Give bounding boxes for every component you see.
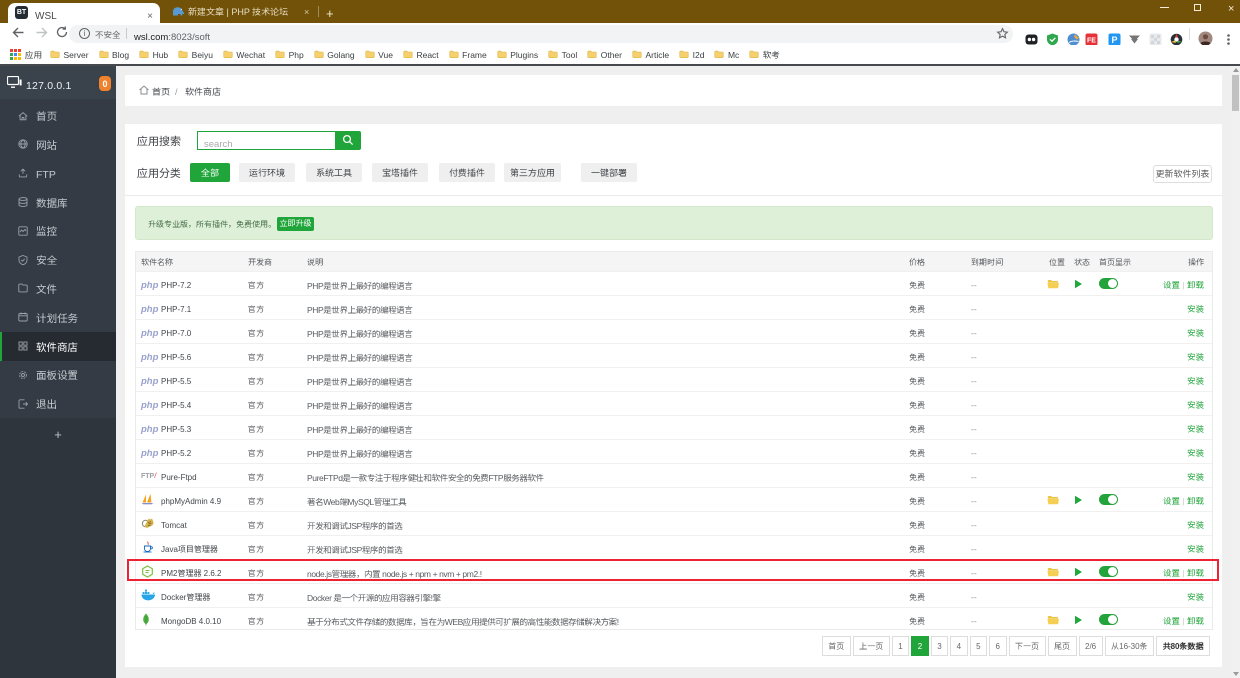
svg-text:P: P [1111, 35, 1117, 45]
svg-text:FE: FE [1087, 38, 1096, 45]
